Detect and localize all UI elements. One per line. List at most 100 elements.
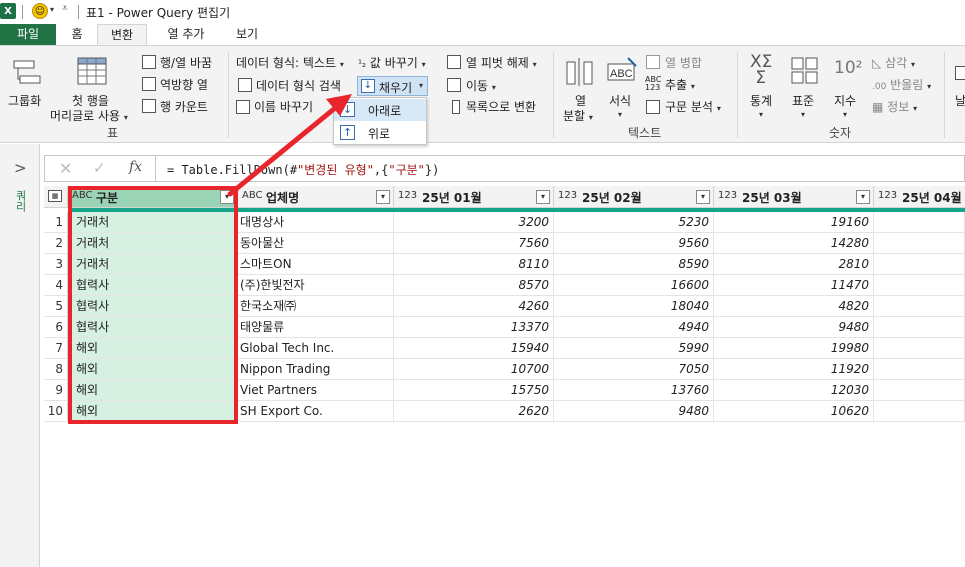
row-number[interactable]: 2 (44, 233, 68, 254)
cell-month-04[interactable] (874, 380, 965, 401)
fill-button[interactable]: ↓ 채우기 ▾ (357, 76, 428, 96)
number-type-icon[interactable]: 123 (558, 190, 577, 201)
convert-to-list-button[interactable]: 목록으로 변환 (466, 98, 536, 115)
cell-month-03[interactable]: 11920 (714, 359, 874, 380)
cell-month-02[interactable]: 5990 (554, 338, 714, 359)
cell-month-04[interactable] (874, 233, 965, 254)
cell-company[interactable]: 스마트ON (238, 254, 394, 275)
cell-month-02[interactable]: 4940 (554, 317, 714, 338)
column-header-company[interactable]: ABC 업체명 ▾ (238, 186, 394, 208)
cell-month-03[interactable]: 12030 (714, 380, 874, 401)
statistics-button[interactable]: 통계 (750, 92, 772, 109)
cell-company[interactable]: 한국소재㈜ (238, 296, 394, 317)
move-button[interactable]: 이동 ▾ (466, 77, 496, 94)
split-column-button[interactable]: 분할 ▾ (563, 107, 593, 124)
cell-month-03[interactable]: 11470 (714, 275, 874, 296)
expand-chevron-right-icon[interactable]: > (14, 159, 27, 177)
cell-month-01[interactable]: 13370 (394, 317, 554, 338)
chevron-down-icon[interactable]: ▾ (618, 110, 622, 119)
row-number[interactable]: 3 (44, 254, 68, 275)
cell-month-04[interactable] (874, 275, 965, 296)
filter-chevron-down-icon[interactable]: ▾ (220, 190, 234, 204)
cell-month-03[interactable]: 2810 (714, 254, 874, 275)
cell-category[interactable]: 해외 (68, 338, 238, 359)
cell-month-04[interactable] (874, 359, 965, 380)
filter-chevron-down-icon[interactable]: ▾ (856, 190, 870, 204)
unpivot-columns-button[interactable]: 열 피벗 해제 ▾ (466, 54, 537, 71)
cell-month-04[interactable] (874, 401, 965, 422)
chevron-down-icon[interactable]: ▾ (759, 110, 763, 119)
cell-month-02[interactable]: 8590 (554, 254, 714, 275)
chevron-down-icon[interactable]: ▾ (843, 110, 847, 119)
queries-pane-label[interactable]: 쿼리 (12, 190, 28, 212)
row-number[interactable]: 7 (44, 338, 68, 359)
tab-home[interactable]: 홈 (58, 24, 96, 45)
row-number[interactable]: 9 (44, 380, 68, 401)
count-rows-button[interactable]: 행 카운트 (160, 98, 208, 115)
extract-button[interactable]: 추출 ▾ (665, 76, 695, 93)
merge-columns-button[interactable]: 열 병합 (665, 54, 702, 71)
data-type-dropdown[interactable]: 데이터 형식: 텍스트 ▾ (236, 54, 344, 71)
cell-month-03[interactable]: 14280 (714, 233, 874, 254)
row-number[interactable]: 8 (44, 359, 68, 380)
cell-month-04[interactable] (874, 296, 965, 317)
cell-month-02[interactable]: 5230 (554, 212, 714, 233)
cell-company[interactable]: Viet Partners (238, 380, 394, 401)
rename-button[interactable]: 이름 바꾸기 (254, 98, 313, 115)
cell-category[interactable]: 거래처 (68, 254, 238, 275)
transpose-button[interactable]: 행/열 바꿈 (160, 54, 212, 71)
tab-transform[interactable]: 변환 (97, 24, 147, 45)
feedback-smiley-icon[interactable]: ☺ (32, 3, 48, 19)
scientific-button[interactable]: 지수 (834, 92, 856, 109)
text-type-icon[interactable]: ABC (242, 190, 263, 201)
cell-month-01[interactable]: 8110 (394, 254, 554, 275)
filter-chevron-down-icon[interactable]: ▾ (376, 190, 390, 204)
cell-month-02[interactable]: 7050 (554, 359, 714, 380)
information-button[interactable]: ▦ 정보 ▾ (872, 98, 917, 115)
cell-company[interactable]: 태양물류 (238, 317, 394, 338)
cell-category[interactable]: 거래처 (68, 233, 238, 254)
row-number[interactable]: 5 (44, 296, 68, 317)
cell-month-04[interactable] (874, 317, 965, 338)
standard-button[interactable]: 표준 (792, 92, 814, 109)
text-type-icon[interactable]: ABC (72, 190, 93, 201)
cell-month-04[interactable] (874, 338, 965, 359)
cell-month-02[interactable]: 18040 (554, 296, 714, 317)
cell-month-01[interactable]: 3200 (394, 212, 554, 233)
cell-category[interactable]: 해외 (68, 359, 238, 380)
cell-month-02[interactable]: 9480 (554, 401, 714, 422)
feedback-chevron-down-icon[interactable]: ▾ (50, 5, 54, 14)
cell-company[interactable]: SH Export Co. (238, 401, 394, 422)
cell-month-03[interactable]: 19160 (714, 212, 874, 233)
cell-company[interactable]: Global Tech Inc. (238, 338, 394, 359)
tab-add-column[interactable]: 열 추가 (150, 24, 222, 45)
cell-month-04[interactable] (874, 212, 965, 233)
tab-view[interactable]: 보기 (225, 24, 269, 45)
cell-category[interactable]: 협력사 (68, 296, 238, 317)
row-number[interactable]: 4 (44, 275, 68, 296)
cell-month-02[interactable]: 9560 (554, 233, 714, 254)
formula-input[interactable]: = Table.FillDown(#"변경된 유형",{"구분"}) (167, 161, 439, 178)
cell-month-02[interactable]: 13760 (554, 380, 714, 401)
first-row-header-button[interactable]: 머리글로 사용 ▾ (50, 107, 128, 124)
cell-month-01[interactable]: 4260 (394, 296, 554, 317)
cell-company[interactable]: 동아물산 (238, 233, 394, 254)
row-number[interactable]: 6 (44, 317, 68, 338)
column-header-category[interactable]: ABC 구분 ▾ (68, 186, 238, 208)
rounding-button[interactable]: .00 반올림 ▾ (872, 76, 931, 93)
cell-month-03[interactable]: 9480 (714, 317, 874, 338)
cell-category[interactable]: 거래처 (68, 212, 238, 233)
cell-category[interactable]: 협력사 (68, 275, 238, 296)
number-type-icon[interactable]: 123 (878, 190, 897, 201)
filter-chevron-down-icon[interactable]: ▾ (536, 190, 550, 204)
cell-month-01[interactable]: 8570 (394, 275, 554, 296)
group-by-button[interactable]: 그룹화 (8, 92, 41, 109)
cell-month-01[interactable]: 15940 (394, 338, 554, 359)
cell-month-01[interactable]: 15750 (394, 380, 554, 401)
cell-month-01[interactable]: 2620 (394, 401, 554, 422)
reverse-rows-button[interactable]: 역방향 열 (160, 76, 208, 93)
table-corner-button[interactable]: ▦ (44, 186, 68, 208)
cell-category[interactable]: 해외 (68, 401, 238, 422)
replace-values-button[interactable]: ¹₂ 값 바꾸기 ▾ (358, 54, 426, 71)
cell-category[interactable]: 해외 (68, 380, 238, 401)
